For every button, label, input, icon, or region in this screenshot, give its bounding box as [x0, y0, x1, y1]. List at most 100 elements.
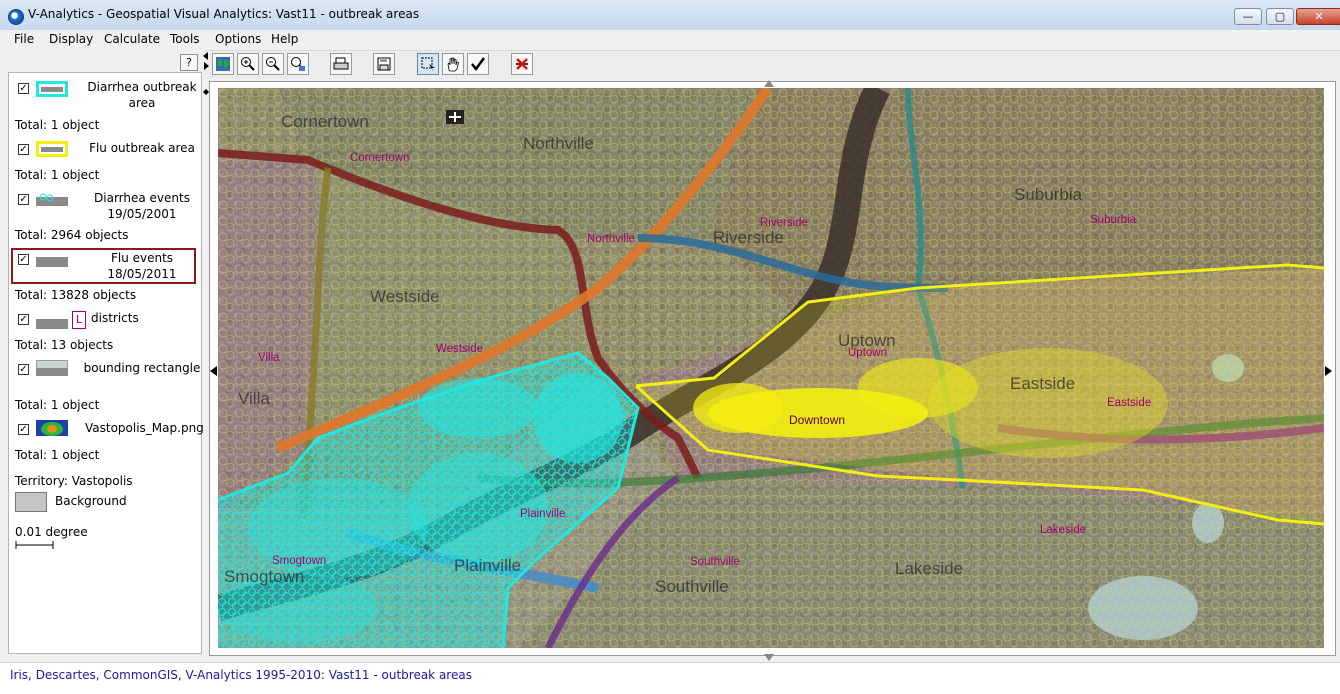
- district-label-plainville: Plainville: [520, 508, 566, 520]
- district-label-riverside: Riverside: [760, 217, 808, 229]
- save-button[interactable]: [373, 53, 395, 75]
- flu-events-swatch: [36, 257, 68, 267]
- layer-bounding-rect-total: Total: 1 object: [15, 398, 100, 412]
- place-smogtown: Smogtown: [224, 567, 305, 586]
- background-swatch[interactable]: [15, 492, 47, 512]
- district-label-suburbia: Suburbia: [1090, 214, 1137, 226]
- layer-bounding-rect-checkbox[interactable]: ✓: [18, 364, 29, 375]
- close-button[interactable]: ✕: [1296, 8, 1340, 25]
- zoom-in-button[interactable]: [237, 53, 259, 75]
- district-label-smogtown: Smogtown: [272, 555, 327, 567]
- menu-bar: File Display Calculate Tools Options Hel…: [0, 30, 1340, 50]
- layer-diarrhea-area-total: Total: 1 object: [15, 118, 100, 132]
- layer-diarrhea-events-total: Total: 2964 objects: [15, 228, 129, 242]
- district-label-westside: Westside: [436, 343, 484, 355]
- district-label-uptown: Uptown: [848, 347, 887, 359]
- full-extent-button[interactable]: [287, 53, 309, 75]
- select-rectangle-button[interactable]: [417, 53, 439, 75]
- place-eastside: Eastside: [1010, 374, 1076, 393]
- dashed-selection-icon: [421, 57, 435, 71]
- layer-map-image-total: Total: 1 object: [15, 448, 100, 462]
- diarrhea-events-swatch: [36, 193, 68, 206]
- district-label-northville: Northville: [587, 233, 635, 245]
- zoom-out-button[interactable]: [262, 53, 284, 75]
- layer-diarrhea-area-checkbox[interactable]: ✓: [18, 83, 29, 94]
- layer-diarrhea-events-label[interactable]: Diarrhea events 19/05/2001: [81, 190, 203, 222]
- app-globe-icon: [8, 9, 24, 25]
- district-label-villa: Villa: [258, 352, 280, 364]
- zoom-in-icon: [241, 57, 255, 71]
- scale-label: 0.01 degree: [15, 525, 88, 539]
- pan-up-arrow-icon[interactable]: [764, 80, 774, 87]
- map-image-swatch: [36, 420, 68, 436]
- layer-districts-total: Total: 13 objects: [15, 338, 114, 352]
- district-label-cornertown: Cornertown: [350, 152, 410, 164]
- layer-flu-events-total: Total: 13828 objects: [15, 288, 137, 302]
- floppy-disk-icon: [377, 57, 391, 71]
- map-canvas[interactable]: Cornertown Northville Suburbia Riverside…: [218, 88, 1324, 648]
- background-label: Background: [55, 494, 127, 508]
- layer-districts-checkbox[interactable]: ✓: [18, 314, 29, 325]
- map-graphics: [218, 88, 1324, 648]
- maximize-button[interactable]: ▢: [1266, 8, 1294, 25]
- confirm-button[interactable]: [467, 53, 489, 75]
- print-button[interactable]: [330, 53, 352, 75]
- diarrhea-area-swatch: [36, 81, 68, 97]
- legend-panel: ✓ Diarrhea outbreak area Total: 1 object…: [8, 72, 204, 654]
- status-bar: Iris, Descartes, CommonGIS, V-Analytics …: [0, 662, 1340, 694]
- place-cornertown: Cornertown: [281, 112, 369, 131]
- place-northville: Northville: [523, 134, 594, 153]
- hand-icon: [447, 57, 459, 72]
- menu-options[interactable]: Options: [215, 32, 261, 46]
- menu-tools[interactable]: Tools: [170, 32, 200, 46]
- place-riverside: Riverside: [713, 228, 784, 247]
- pan-button[interactable]: [442, 53, 464, 75]
- districts-swatch: [36, 319, 68, 329]
- menu-file[interactable]: File: [14, 32, 34, 46]
- layer-flu-area-label[interactable]: Flu outbreak area: [81, 140, 203, 156]
- pan-down-arrow-icon[interactable]: [764, 654, 774, 661]
- place-plainville: Plainville: [454, 556, 522, 575]
- place-villa: Villa: [238, 389, 270, 408]
- place-lakeside: Lakeside: [895, 559, 964, 578]
- layer-flu-area-total: Total: 1 object: [15, 168, 100, 182]
- layer-map-image-label[interactable]: Vastopolis_Map.png: [85, 420, 204, 436]
- layer-flu-area-checkbox[interactable]: ✓: [18, 144, 29, 155]
- pan-left-arrow-icon[interactable]: [210, 366, 217, 376]
- zoom-out-icon: [266, 57, 280, 71]
- layer-flu-events-checkbox[interactable]: ✓: [18, 254, 29, 265]
- printer-icon: [333, 57, 349, 70]
- place-westside: Westside: [370, 287, 440, 306]
- menu-help[interactable]: Help: [271, 32, 298, 46]
- bounding-rect-swatch: [36, 360, 68, 376]
- district-label-southville: Southville: [690, 556, 740, 568]
- menu-display[interactable]: Display: [49, 32, 93, 46]
- checkmark-icon: [471, 57, 486, 72]
- district-label-lakeside: Lakeside: [1040, 524, 1087, 536]
- district-label-eastside: Eastside: [1107, 397, 1152, 409]
- layer-flu-events-label[interactable]: Flu events 18/05/2011: [81, 250, 203, 282]
- help-button[interactable]: ?: [180, 54, 198, 71]
- menu-calculate[interactable]: Calculate: [104, 32, 160, 46]
- district-label-downtown: Downtown: [789, 413, 846, 427]
- place-suburbia: Suburbia: [1014, 185, 1083, 204]
- layer-bounding-rect-label[interactable]: bounding rectangle: [81, 360, 203, 376]
- layer-map-image-checkbox[interactable]: ✓: [18, 424, 29, 435]
- title-bar: V-Analytics - Geospatial Visual Analytic…: [0, 0, 1340, 31]
- window-title: V-Analytics - Geospatial Visual Analytic…: [28, 7, 420, 21]
- layer-diarrhea-area-label[interactable]: Diarrhea outbreak area: [81, 79, 203, 111]
- status-text: Iris, Descartes, CommonGIS, V-Analytics …: [10, 668, 472, 682]
- delete-x-icon: [516, 58, 528, 70]
- place-southville: Southville: [655, 577, 729, 596]
- scale-bar: [15, 541, 54, 549]
- layer-districts-label[interactable]: districts: [91, 310, 141, 326]
- minimize-button[interactable]: —: [1234, 8, 1262, 25]
- layer-diarrhea-events-checkbox[interactable]: ✓: [18, 194, 29, 205]
- flu-area-swatch: [36, 141, 68, 157]
- pan-right-arrow-icon[interactable]: [1325, 366, 1332, 376]
- districts-label-icon: L: [72, 311, 86, 329]
- map-view-button[interactable]: [212, 53, 234, 75]
- territory-label: Territory: Vastopolis: [15, 474, 133, 488]
- world-map-icon: [216, 57, 230, 71]
- remove-layer-button[interactable]: [511, 53, 533, 75]
